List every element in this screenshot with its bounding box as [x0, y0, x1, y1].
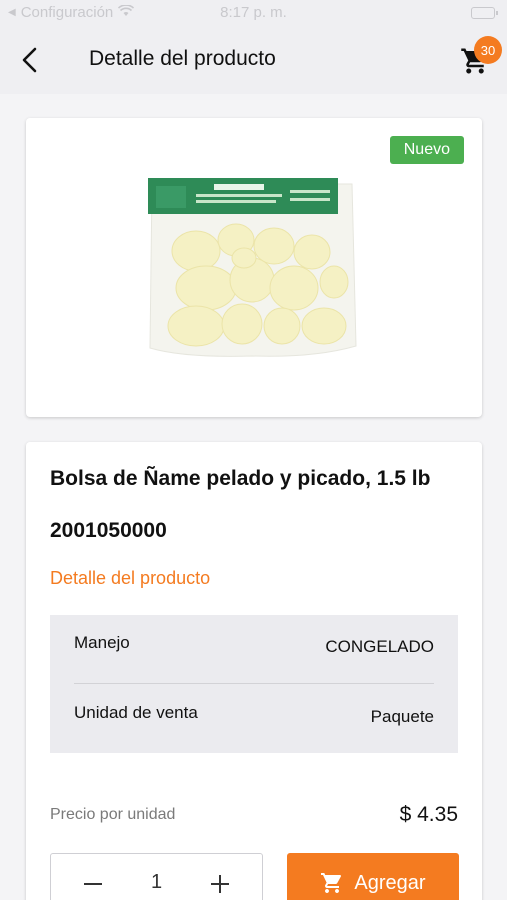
product-details-card: Bolsa de Ñame pelado y picado, 1.5 lb 20… — [26, 442, 482, 900]
product-image-card: Nuevo — [26, 118, 482, 417]
product-detail-link[interactable]: Detalle del producto — [50, 568, 210, 589]
spec-value: Paquete — [370, 707, 434, 726]
page-title: Detalle del producto — [89, 47, 276, 70]
spec-label: Manejo — [74, 633, 130, 652]
back-button[interactable] — [14, 44, 46, 76]
battery-icon — [471, 7, 498, 19]
product-code: 2001050000 — [50, 519, 167, 542]
price-label: Precio por unidad — [50, 806, 176, 823]
chevron-left-icon — [22, 47, 37, 73]
spec-value: CONGELADO — [325, 637, 434, 656]
quantity-stepper: 1 — [50, 853, 263, 900]
cart-count-badge: 30 — [474, 36, 502, 64]
shopping-cart-icon — [321, 873, 342, 893]
product-name: Bolsa de Ñame pelado y picado, 1.5 lb — [50, 467, 431, 490]
price-value: $ 4.35 — [399, 803, 458, 826]
increase-quantity-button[interactable] — [198, 862, 242, 900]
product-bag-image — [148, 178, 357, 357]
spec-label: Unidad de venta — [74, 703, 198, 722]
spec-divider — [74, 683, 434, 684]
spec-table: Manejo CONGELADO Unidad de venta Paquete — [50, 615, 458, 753]
spec-row-unidad: Unidad de venta Paquete — [74, 703, 434, 743]
spec-row-manejo: Manejo CONGELADO — [74, 633, 434, 673]
nav-bar: Detalle del producto 30 — [0, 28, 507, 94]
add-button-label: Agregar — [354, 871, 426, 894]
plus-icon — [211, 875, 229, 893]
add-to-cart-button[interactable]: Agregar — [287, 853, 459, 900]
status-bar: ◀ Configuración 8:17 p. m. — [0, 0, 507, 28]
status-time: 8:17 p. m. — [220, 4, 287, 21]
new-badge: Nuevo — [389, 136, 464, 164]
